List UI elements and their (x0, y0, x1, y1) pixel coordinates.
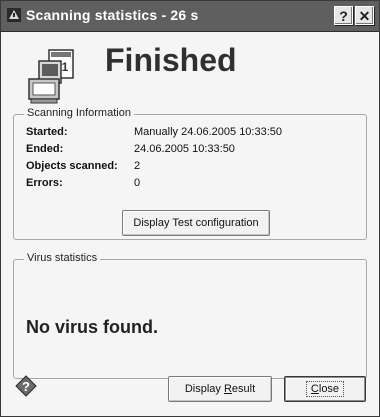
close-label-accel: C (310, 383, 319, 395)
display-result-label-pre: Display (184, 383, 224, 395)
close-title-button[interactable]: ✕ (355, 6, 374, 25)
svg-text:?: ? (22, 379, 30, 394)
info-label-ended: Ended: (26, 143, 64, 155)
display-test-configuration-button[interactable]: Display Test configuration (122, 210, 270, 236)
display-result-button[interactable]: Display Result (168, 376, 272, 402)
close-label-post: lose (318, 383, 340, 395)
close-button[interactable]: Close (284, 376, 366, 402)
dialog-content: 21 Finished Scanning Information Started… (1, 32, 379, 416)
info-value-errors: 0 (134, 177, 141, 189)
scanning-statistics-window: Scanning statistics - 26 s ? ✕ 21 Finish… (0, 0, 380, 417)
virus-statistics-legend: Virus statistics (24, 252, 101, 264)
title-bar[interactable]: Scanning statistics - 26 s ? ✕ (1, 1, 379, 32)
virus-result-message: No virus found. (26, 317, 158, 337)
close-button-focus: Close (305, 381, 345, 397)
info-label-errors: Errors: (26, 177, 63, 189)
help-icon[interactable]: ? (15, 375, 37, 397)
help-title-button[interactable]: ? (334, 6, 353, 25)
info-value-objects-scanned: 2 (134, 160, 141, 172)
virus-statistics-group: Virus statistics No virus found. (13, 252, 367, 379)
display-result-label-accel: R (223, 383, 232, 395)
scan-report-icon: 21 (28, 49, 74, 104)
info-value-started: Manually 24.06.2005 10:33:50 (134, 126, 283, 138)
info-label-objects-scanned: Objects scanned: (26, 160, 118, 172)
scanning-information-legend: Scanning Information (24, 107, 134, 119)
app-icon (7, 8, 21, 22)
display-result-label-post: esult (231, 383, 256, 395)
window-title: Scanning statistics - 26 s (26, 7, 199, 23)
info-label-started: Started: (26, 126, 68, 138)
status-heading: Finished (105, 42, 237, 78)
scanning-information-group: Scanning Information Started: Manually 2… (13, 107, 367, 240)
info-value-ended: 24.06.2005 10:33:50 (134, 143, 235, 155)
